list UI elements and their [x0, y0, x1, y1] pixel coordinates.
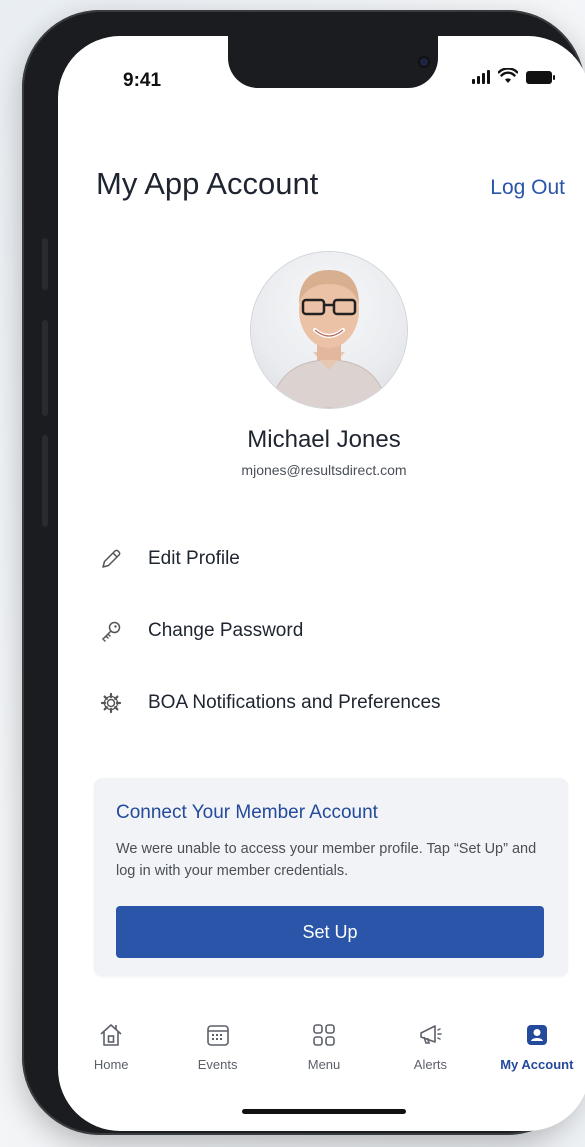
menu-item-change-password[interactable]: Change Password [98, 618, 303, 644]
side-button-volume-down [42, 435, 48, 527]
tab-label: Alerts [413, 1057, 448, 1072]
key-icon [98, 618, 124, 644]
avatar-illustration [270, 270, 388, 408]
status-icons [472, 68, 555, 84]
home-indicator [242, 1109, 406, 1114]
card-text: We were unable to access your member pro… [116, 841, 537, 879]
tab-my-account[interactable]: My Account [484, 1011, 585, 1091]
tab-menu[interactable]: Menu [271, 1011, 377, 1091]
menu-item-label: BOA Notifications and Preferences [148, 692, 441, 713]
side-button-volume-up [42, 320, 48, 416]
member-account-card: Connect Your Member Account We were unab… [94, 778, 568, 976]
account-icon [526, 1025, 547, 1045]
set-up-button[interactable]: Set Up [116, 906, 544, 958]
status-time: 9:41 [123, 70, 162, 91]
profile-email: mjones@resultsdirect.com [241, 462, 407, 478]
avatar [251, 252, 407, 408]
megaphone-icon [420, 1025, 443, 1044]
menu-item-label: Change Password [148, 620, 304, 641]
battery-icon [526, 71, 555, 84]
menu-item-edit-profile[interactable]: Edit Profile [98, 546, 240, 572]
calendar-icon [206, 1025, 229, 1046]
notch [228, 36, 438, 88]
signal-icon [472, 68, 490, 84]
profile-name: Michael Jones [247, 426, 401, 453]
menu-item-label: Edit Profile [148, 548, 240, 569]
tab-label: Events [197, 1057, 238, 1072]
phone-frame: 9:41 My App Account Log Out Michael Jone… [22, 10, 585, 1135]
side-button-mute [42, 238, 48, 290]
tab-events[interactable]: Events [164, 1011, 270, 1091]
wifi-icon [498, 68, 518, 83]
gear-icon [98, 690, 124, 716]
camera-icon [418, 56, 430, 68]
pencil-icon [98, 546, 124, 572]
tab-bar: Home Events Menu Alerts My Account [58, 1011, 585, 1091]
grid-icon [313, 1024, 335, 1046]
tab-label: Menu [307, 1057, 341, 1072]
tab-label: My Account [500, 1057, 574, 1072]
screen: 9:41 My App Account Log Out Michael Jone… [58, 36, 585, 1131]
home-icon [100, 1024, 122, 1046]
page-title: My App Account [96, 166, 319, 201]
menu-item-notifications[interactable]: BOA Notifications and Preferences [98, 690, 441, 716]
card-title: Connect Your Member Account [116, 802, 378, 823]
tab-home[interactable]: Home [58, 1011, 164, 1091]
logout-link[interactable]: Log Out [490, 176, 565, 200]
tab-label: Home [93, 1057, 129, 1072]
tab-alerts[interactable]: Alerts [377, 1011, 483, 1091]
